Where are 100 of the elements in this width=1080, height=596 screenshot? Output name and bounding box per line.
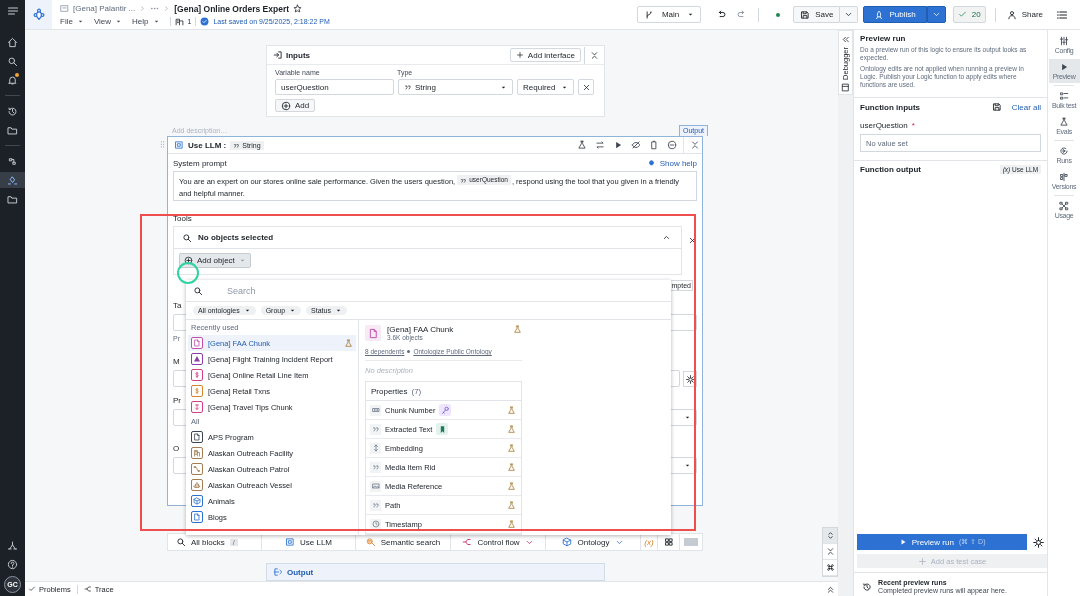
menu-button[interactable]: File xyxy=(60,16,84,26)
flask-icon xyxy=(507,481,516,491)
flow-icon xyxy=(83,585,92,593)
tools-label: Tools xyxy=(173,214,193,223)
panel-title: Preview run xyxy=(860,34,906,43)
history-icon xyxy=(862,581,873,592)
drag-handle-icon[interactable] xyxy=(158,140,167,149)
history-icon xyxy=(7,105,18,117)
save-icon[interactable] xyxy=(991,102,1002,112)
checklist-icon xyxy=(1059,91,1070,101)
clipboard-icon[interactable] xyxy=(649,140,659,150)
flask-icon xyxy=(1059,117,1070,127)
publish-button[interactable]: Publish xyxy=(863,6,927,23)
flask-icon xyxy=(507,443,516,453)
flask-icon xyxy=(507,462,516,472)
add-object-button[interactable]: Add object xyxy=(179,253,251,268)
input-arrow-icon xyxy=(273,50,283,60)
section-title: Function output xyxy=(860,165,921,174)
settings-button[interactable] xyxy=(683,371,697,387)
flask-icon xyxy=(344,338,353,348)
rocket-icon xyxy=(874,9,885,20)
list-icon[interactable] xyxy=(1056,8,1068,21)
grid-icon xyxy=(663,537,674,547)
collapse-icon[interactable] xyxy=(690,140,700,150)
vector-icon xyxy=(370,442,381,454)
properties-title: Properties xyxy=(371,386,408,396)
frame-icon xyxy=(60,4,69,13)
sliders-icon xyxy=(1059,36,1070,46)
folder-icon xyxy=(7,124,18,136)
settings-icon xyxy=(685,374,695,384)
type-select[interactable]: String xyxy=(398,79,513,95)
save-button[interactable]: Save xyxy=(793,6,841,23)
clock-icon xyxy=(370,518,381,530)
image-icon xyxy=(370,480,381,492)
add-button[interactable]: Add xyxy=(275,99,316,112)
folder-icon xyxy=(7,193,18,205)
required-mark: * xyxy=(911,121,915,130)
menu-button[interactable]: View xyxy=(93,16,123,26)
search-icon xyxy=(193,285,203,296)
number-icon xyxy=(370,404,381,416)
chevron-down-icon xyxy=(931,10,941,19)
click-indicator xyxy=(177,262,199,284)
double-chevron-up-icon[interactable] xyxy=(826,584,836,594)
network-icon xyxy=(7,539,18,551)
up-down-icon xyxy=(825,531,835,540)
remove-button[interactable] xyxy=(578,79,594,95)
runs-icon xyxy=(1059,146,1070,156)
check-icon xyxy=(28,585,36,593)
swap-icon[interactable] xyxy=(595,140,605,150)
play-icon xyxy=(898,538,907,546)
logo-tile[interactable] xyxy=(25,0,52,29)
tools-select[interactable]: No objects selected xyxy=(174,227,681,249)
play-icon[interactable] xyxy=(613,140,623,150)
branch-select[interactable]: Main xyxy=(636,6,702,23)
show-help-link[interactable]: Show help xyxy=(659,159,697,168)
eye-off-icon[interactable] xyxy=(631,140,641,150)
search-icon xyxy=(176,537,186,547)
double-chevron-icon xyxy=(841,35,851,44)
star-icon[interactable] xyxy=(293,4,303,13)
required-select[interactable]: Required xyxy=(517,79,574,95)
flask-icon xyxy=(507,405,516,415)
close-icon[interactable] xyxy=(688,236,697,245)
chevron-right-icon xyxy=(163,5,171,12)
field-label: M xyxy=(173,357,181,367)
flask-icon[interactable] xyxy=(577,140,587,150)
graph-icon xyxy=(7,155,18,167)
properties-count: (7) xyxy=(411,386,422,396)
buildings-icon xyxy=(174,16,184,26)
variable-name-field[interactable]: userQuestion xyxy=(275,79,394,95)
undo-icon[interactable] xyxy=(716,9,728,20)
settings-icon[interactable] xyxy=(1033,536,1045,548)
field-label: Ta xyxy=(173,301,183,311)
system-prompt-label: System prompt xyxy=(173,159,227,168)
versions-icon xyxy=(1059,172,1070,182)
person-icon xyxy=(1006,9,1017,20)
chevron-down-icon xyxy=(844,10,854,19)
flow-icon xyxy=(462,537,473,547)
menu-icon[interactable] xyxy=(6,5,19,17)
status-dot xyxy=(776,12,781,17)
chevron-right-icon xyxy=(139,5,147,12)
search-icon xyxy=(182,232,192,243)
plus-icon xyxy=(515,51,524,59)
clear-all-link[interactable]: Clear all xyxy=(1011,102,1042,112)
flask-icon xyxy=(507,519,516,529)
parameter-label: userQuestion xyxy=(860,121,908,130)
home-icon xyxy=(7,36,18,48)
check-icon xyxy=(957,10,967,19)
bullet-icon xyxy=(407,350,411,353)
breadcrumb-link[interactable]: [Gena] Palantir ... xyxy=(73,4,136,13)
checks-button[interactable]: 20 xyxy=(952,6,986,23)
check-circle-icon xyxy=(200,16,210,26)
usage-icon xyxy=(1059,201,1070,211)
menu-button[interactable]: Help xyxy=(132,16,160,26)
field-label: O xyxy=(173,444,181,454)
lightbulb-icon xyxy=(646,159,656,168)
add-interface-button[interactable]: Add interface xyxy=(509,48,581,62)
caret-icon xyxy=(684,414,691,421)
plus-icon xyxy=(917,556,927,566)
flask-icon xyxy=(507,424,516,434)
save-icon xyxy=(800,9,811,20)
